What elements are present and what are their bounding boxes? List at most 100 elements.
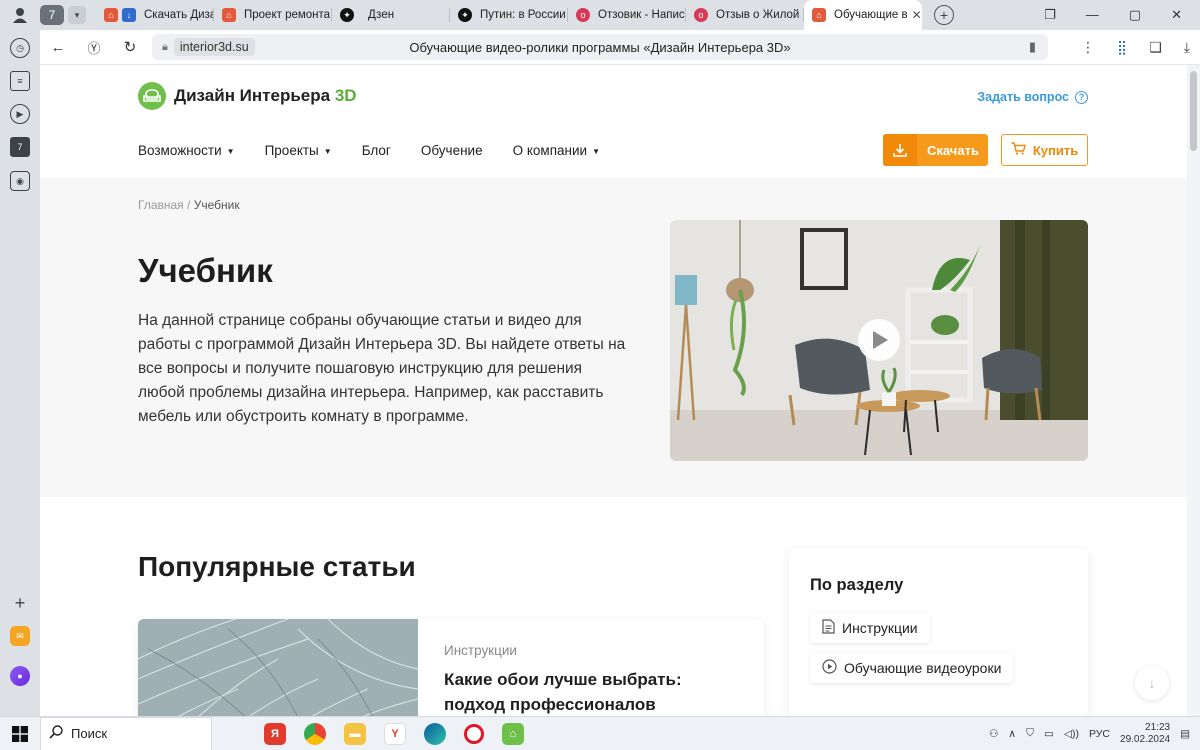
caret-down-icon: ▼ <box>592 146 600 156</box>
web-page: Дизайн Интерьера 3D Задать вопрос ? Возм… <box>40 65 1187 716</box>
browser-tab[interactable]: o Отзыв о Жилой <box>686 0 804 30</box>
ask-question-link[interactable]: Задать вопрос ? <box>977 90 1088 104</box>
yandex-app-icon[interactable]: Я <box>264 722 286 745</box>
article-title[interactable]: Какие обои лучше выбрать: подход професс… <box>444 667 744 716</box>
tab-label: Скачать Диза <box>144 9 214 21</box>
collections-icon[interactable]: ❐ <box>1044 7 1056 23</box>
tab-label: Отзовик - Напис <box>598 9 685 21</box>
clock-date: 29.02.2024 <box>1120 733 1171 745</box>
bookmark-icon[interactable]: ▮ <box>1029 39 1036 55</box>
nav-item-blog[interactable]: Блог <box>362 143 391 158</box>
tabs-dropdown-chevron-icon[interactable]: ▾ <box>68 6 86 24</box>
notifications-icon[interactable]: ▤ <box>1180 728 1190 740</box>
mail-app-icon[interactable]: ✉ <box>10 626 30 646</box>
downloads-icon[interactable]: ⤓ <box>1184 39 1190 56</box>
minimize-icon[interactable]: — <box>1086 7 1099 23</box>
filter-chip-video-lessons[interactable]: Обучающие видеоуроки <box>810 653 1014 683</box>
reader-mode-icon[interactable]: ❏ <box>1149 39 1162 56</box>
yandex-logo-icon[interactable]: Ⓨ <box>76 38 112 57</box>
windows-start-icon[interactable] <box>0 725 40 742</box>
nav-item-learning[interactable]: Обучение <box>421 143 483 158</box>
lock-icon: 🔒︎ <box>162 40 168 53</box>
download-button[interactable]: Скачать <box>883 134 988 166</box>
new-tab-icon[interactable]: + <box>934 5 954 25</box>
nav-item-projects[interactable]: Проекты ▼ <box>265 143 332 158</box>
tab-favicon-icon: ⌂ <box>222 8 236 22</box>
logo-text: Дизайн Интерьера 3D <box>174 86 357 105</box>
reload-icon[interactable]: ↻ <box>112 38 148 56</box>
system-tray: ⚇ ∧ ⛉ ▭ ◁)) РУС 21:23 29.02.2024 ▤ <box>989 722 1200 746</box>
chrome-app-icon[interactable] <box>304 722 326 745</box>
file-explorer-icon[interactable]: ▬ <box>344 722 366 745</box>
tray-chevron-up-icon[interactable]: ∧ <box>1008 728 1016 740</box>
system-clock[interactable]: 21:23 29.02.2024 <box>1120 722 1170 746</box>
tab-count-badge[interactable]: 7 <box>40 5 64 25</box>
breadcrumb: Главная / Учебник <box>138 198 240 212</box>
yandex-browser-icon[interactable]: Y <box>384 722 406 745</box>
people-icon[interactable]: ⚇ <box>989 728 998 740</box>
tab-favicon-icon: ↓ <box>122 8 136 22</box>
add-panel-icon[interactable]: + <box>10 593 30 613</box>
taskbar-search[interactable]: Поиск <box>40 716 212 750</box>
browser-tab[interactable]: ✦ Дзен <box>332 0 450 30</box>
breadcrumb-separator: / <box>187 198 191 212</box>
cart-icon <box>1011 142 1026 158</box>
tab-favicon-icon: ✦ <box>458 8 472 22</box>
buy-button[interactable]: Купить <box>1001 134 1088 166</box>
url-domain: interior3d.su <box>173 38 255 56</box>
alice-assistant-icon[interactable]: ● <box>10 666 30 686</box>
history-icon[interactable]: ◷ <box>10 38 30 58</box>
calendar-7-icon[interactable]: 7 <box>10 137 30 157</box>
page-description: На данной странице собраны обучающие ста… <box>138 312 626 425</box>
opera-app-icon[interactable] <box>464 723 484 744</box>
close-window-icon[interactable]: ✕ <box>1171 7 1182 23</box>
breadcrumb-home-link[interactable]: Главная <box>138 198 184 212</box>
interior-design-app-icon[interactable]: ⌂ <box>502 722 524 745</box>
network-icon[interactable]: ▭ <box>1044 728 1054 740</box>
ask-question-label: Задать вопрос <box>977 90 1069 104</box>
browser-tab[interactable]: ✦ Путин: в России <box>450 0 568 30</box>
tab-favicon-icon: ⌂ <box>812 8 826 22</box>
hero-section: Главная / Учебник Учебник На данной стра… <box>40 178 1187 497</box>
volume-icon[interactable]: ◁)) <box>1064 728 1079 740</box>
window-controls: ❐ — ▢ ✕ <box>1044 7 1200 23</box>
scroll-down-arrow-icon[interactable]: ↓ <box>1135 666 1169 700</box>
extensions-grid-icon[interactable]: ⣿ <box>1117 39 1127 56</box>
nav-item-company[interactable]: О компании ▼ <box>513 143 600 158</box>
tab-label: Обучающие в <box>834 9 908 21</box>
clock-time: 21:23 <box>1145 721 1171 733</box>
screenshot-icon[interactable]: ◉ <box>10 171 30 191</box>
article-thumbnail <box>138 619 419 716</box>
article-card[interactable]: Инструкции Какие обои лучше выбрать: под… <box>138 619 764 716</box>
intro-video-thumbnail[interactable] <box>670 220 1088 461</box>
breadcrumb-current: Учебник <box>193 198 240 212</box>
filter-chip-label: Обучающие видеоуроки <box>844 660 1002 676</box>
question-circle-icon: ? <box>1075 90 1088 104</box>
browser-toolbar-icons: ⋮ ⣿ ❏ ⤓ <box>1081 39 1190 56</box>
nav-item-features[interactable]: Возможности ▼ <box>138 143 235 158</box>
browser-tab[interactable]: ⌂ Проект ремонта <box>214 0 332 30</box>
page-scrollbar[interactable] <box>1187 65 1200 716</box>
video-play-icon[interactable]: ▶ <box>10 104 30 124</box>
back-arrow-icon[interactable]: ← <box>40 39 76 56</box>
news-icon[interactable]: ≡ <box>10 71 30 91</box>
more-menu-icon[interactable]: ⋮ <box>1081 39 1095 56</box>
profile-icon[interactable] <box>0 0 40 30</box>
language-indicator[interactable]: РУС <box>1089 728 1110 740</box>
browser-tab[interactable]: ⌂ ↓ Скачать Диза <box>96 0 214 30</box>
address-page-title: Обучающие видео-ролики программы «Дизайн… <box>409 39 791 55</box>
edge-app-icon[interactable] <box>424 722 446 745</box>
tab-favicon-icon: o <box>576 8 590 22</box>
url-field[interactable]: 🔒︎ interior3d.su Обучающие видео-ролики … <box>152 34 1048 60</box>
caret-down-icon: ▼ <box>226 146 235 156</box>
play-icon <box>822 659 837 677</box>
tab-favicon-icon: ✦ <box>340 8 354 22</box>
close-tab-icon[interactable]: ✕ <box>908 8 922 22</box>
filter-chip-instructions[interactable]: Инструкции <box>810 613 930 643</box>
browser-tab-active[interactable]: ⌂ Обучающие в ✕ <box>804 0 922 30</box>
scrollbar-thumb[interactable] <box>1190 71 1197 151</box>
shield-icon[interactable]: ⛉ <box>1026 727 1034 740</box>
maximize-icon[interactable]: ▢ <box>1129 7 1141 23</box>
site-logo[interactable]: Дизайн Интерьера 3D <box>138 82 357 110</box>
browser-tab[interactable]: o Отзовик - Напис <box>568 0 686 30</box>
